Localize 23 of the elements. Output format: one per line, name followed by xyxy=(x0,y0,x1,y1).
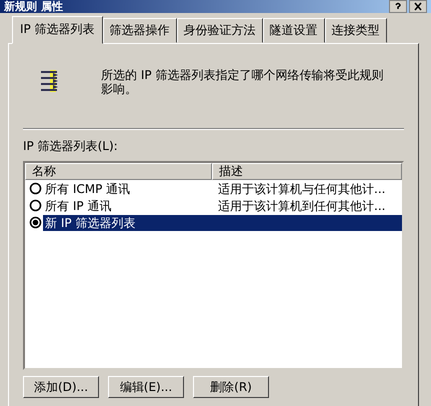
filter-description: 适用于该计算机到任何其他计... xyxy=(217,198,386,214)
radio-button[interactable] xyxy=(29,182,42,195)
list-label: IP 筛选器列表(L): xyxy=(23,138,119,155)
description-text: 所选的 IP 筛选器列表指定了哪个网络传输将受此规则影响。 xyxy=(101,68,384,96)
dialog-button[interactable]: 编辑(E)... xyxy=(108,376,184,398)
window-title: 新规则 属性 xyxy=(4,0,63,12)
radio-button[interactable] xyxy=(29,199,42,212)
column-header[interactable]: 描述 xyxy=(212,163,402,180)
tab[interactable]: IP 筛选器列表 xyxy=(12,16,103,44)
filter-name[interactable]: 所有 ICMP 通讯 xyxy=(43,180,212,196)
dialog-button[interactable]: 删除(R) xyxy=(193,376,269,398)
filter-description: 适用于该计算机与任何其他计... xyxy=(217,180,386,196)
tab[interactable]: 身份验证方法 xyxy=(176,18,263,43)
tab[interactable]: 隧道设置 xyxy=(262,18,325,43)
close-icon[interactable] xyxy=(409,0,427,13)
filter-name[interactable]: 新 IP 筛选器列表 xyxy=(43,214,402,230)
filter-name[interactable]: 所有 IP 通讯 xyxy=(43,198,212,214)
dialog-button[interactable]: 添加(D)... xyxy=(23,376,99,398)
radio-button[interactable] xyxy=(29,216,42,229)
help-icon[interactable] xyxy=(389,0,407,13)
column-header[interactable]: 名称 xyxy=(25,163,212,180)
tab[interactable]: 连接类型 xyxy=(324,18,387,43)
tab[interactable]: 筛选器操作 xyxy=(102,18,177,43)
